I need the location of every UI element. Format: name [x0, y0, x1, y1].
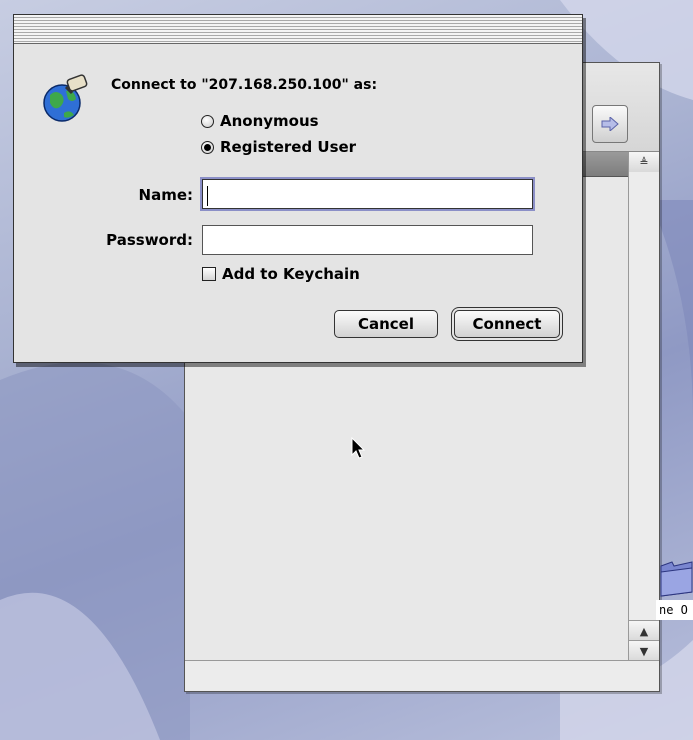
folder-label[interactable]: ne O [656, 600, 693, 620]
add-to-keychain-label: Add to Keychain [222, 265, 360, 283]
dialog-titlebar[interactable] [14, 15, 582, 44]
horizontal-scrollbar[interactable] [185, 660, 659, 691]
cancel-button[interactable]: Cancel [334, 310, 438, 338]
radio-anonymous[interactable]: Anonymous [201, 111, 319, 131]
forward-button[interactable] [592, 105, 628, 143]
password-field[interactable] [202, 225, 533, 255]
text-caret [207, 186, 208, 206]
name-field[interactable] [202, 179, 533, 209]
radio-registered-user-button[interactable] [201, 140, 214, 154]
sort-indicator-icon[interactable]: ≜ [629, 152, 659, 172]
network-globe-icon [43, 74, 88, 122]
folder-icon[interactable] [658, 558, 693, 598]
connect-dialog: Connect to "207.168.250.100" as: Anonymo… [13, 14, 583, 363]
add-to-keychain-checkbox[interactable] [202, 267, 216, 281]
password-label: Password: [106, 231, 193, 249]
radio-anonymous-button[interactable] [201, 114, 214, 128]
connect-prompt: Connect to "207.168.250.100" as: [111, 77, 378, 93]
add-to-keychain[interactable]: Add to Keychain [202, 265, 360, 283]
mouse-pointer-icon [351, 437, 366, 459]
radio-registered-user[interactable]: Registered User [201, 137, 356, 157]
vertical-scrollbar[interactable]: ≜ ▲ ▼ [628, 152, 659, 661]
radio-anonymous-label: Anonymous [220, 112, 319, 130]
forward-arrow-icon [601, 117, 619, 131]
name-label: Name: [138, 186, 193, 204]
radio-registered-user-label: Registered User [220, 138, 357, 156]
connect-button[interactable]: Connect [454, 310, 560, 338]
scroll-up-icon[interactable]: ▲ [629, 620, 659, 641]
scroll-down-icon[interactable]: ▼ [629, 640, 659, 661]
